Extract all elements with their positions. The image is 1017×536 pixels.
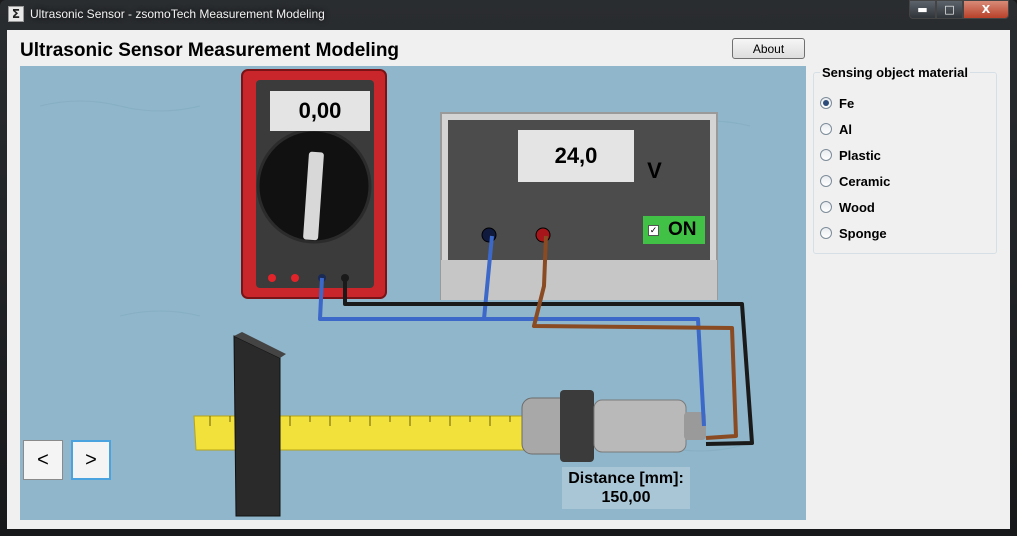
application-window: Σ Ultrasonic Sensor - zsomoTech Measurem… bbox=[0, 0, 1017, 536]
sensing-object-plate bbox=[233, 332, 286, 517]
power-supply-display: 24,0 bbox=[518, 130, 634, 182]
radio-icon[interactable] bbox=[820, 201, 832, 213]
material-groupbox: Sensing object material Fe Al Plastic Ce… bbox=[813, 65, 997, 254]
power-checkbox[interactable]: ✓ bbox=[648, 224, 659, 236]
distance-label: Distance [mm]: bbox=[568, 470, 684, 487]
multimeter-display: 0,00 bbox=[270, 91, 370, 131]
scene-illustration bbox=[39, 69, 754, 517]
material-group-title: Sensing object material bbox=[820, 65, 970, 80]
page-title: Ultrasonic Sensor Measurement Modeling bbox=[20, 40, 400, 61]
material-option-fe[interactable]: Fe bbox=[820, 94, 854, 112]
material-option-al[interactable]: Al bbox=[820, 120, 852, 138]
measurement-scene: 0,00 24,0 V ✓ ON Distance [mm]: 150,00 <… bbox=[20, 66, 806, 520]
material-option-ceramic[interactable]: Ceramic bbox=[820, 172, 890, 190]
material-option-label: Al bbox=[839, 121, 852, 137]
window-title: Ultrasonic Sensor - zsomoTech Measuremen… bbox=[30, 7, 325, 21]
distance-value: 150,00 bbox=[601, 489, 651, 506]
power-switch-label: ON bbox=[668, 219, 697, 240]
radio-icon[interactable] bbox=[820, 149, 832, 161]
material-option-plastic[interactable]: Plastic bbox=[820, 146, 881, 164]
radio-icon[interactable] bbox=[820, 123, 832, 135]
material-option-label: Ceramic bbox=[839, 173, 891, 189]
title-bar[interactable]: Σ Ultrasonic Sensor - zsomoTech Measurem… bbox=[0, 0, 1017, 30]
material-option-sponge[interactable]: Sponge bbox=[820, 224, 887, 242]
window-controls: ▬ □ X bbox=[909, 0, 1009, 19]
material-option-label: Fe bbox=[839, 95, 855, 111]
minimize-button[interactable]: ▬ bbox=[909, 0, 936, 19]
power-switch[interactable]: ✓ ON bbox=[643, 216, 705, 244]
radio-icon[interactable] bbox=[820, 97, 832, 109]
voltage-unit-label: V bbox=[647, 157, 662, 183]
material-option-label: Wood bbox=[839, 199, 875, 215]
material-option-label: Plastic bbox=[839, 147, 881, 163]
material-option-wood[interactable]: Wood bbox=[820, 198, 875, 216]
close-button[interactable]: X bbox=[963, 0, 1009, 19]
distance-readout: Distance [mm]: 150,00 bbox=[562, 467, 690, 509]
next-button[interactable]: > bbox=[71, 440, 111, 480]
previous-button[interactable]: < bbox=[23, 440, 63, 480]
client-area: Ultrasonic Sensor Measurement Modeling A… bbox=[7, 30, 1010, 529]
about-button[interactable]: About bbox=[732, 38, 805, 59]
app-icon[interactable]: Σ bbox=[8, 6, 24, 22]
maximize-button[interactable]: □ bbox=[936, 0, 963, 19]
material-option-label: Sponge bbox=[839, 225, 887, 241]
ultrasonic-sensor bbox=[521, 390, 706, 462]
radio-icon[interactable] bbox=[820, 175, 832, 187]
radio-icon[interactable] bbox=[820, 227, 832, 239]
